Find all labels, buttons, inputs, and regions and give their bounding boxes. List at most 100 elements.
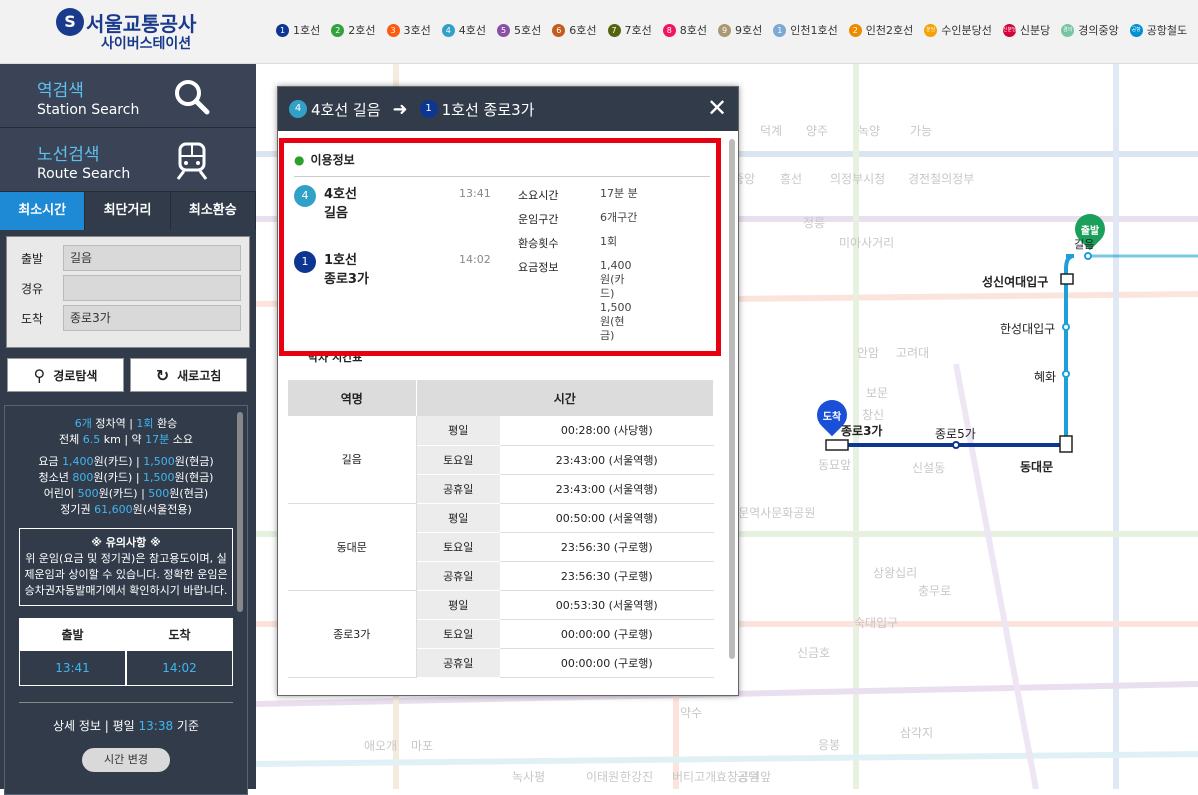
map-bg-station-label[interactable]: 응봉 [818, 736, 840, 753]
timetable-station: 길음 [288, 416, 417, 504]
via-input[interactable] [63, 275, 241, 301]
detail-fare-zones: 운임구간 6개구간 [518, 211, 638, 226]
map-station-hyehwa[interactable]: 혜화 [1034, 368, 1056, 385]
timetable-time: 23:56:30 (구로행) [500, 532, 714, 562]
end-marker-label: 도착 [822, 412, 842, 423]
line-item[interactable]: 신분당 신분당 [1002, 22, 1050, 38]
start-marker-label: 출발 [1080, 226, 1100, 237]
map-bg-station-label[interactable]: 흥선 [780, 170, 802, 187]
map-bg-station-label[interactable]: 정릉 [803, 214, 825, 231]
arrive-input[interactable]: 종로3가 [63, 305, 241, 331]
segment2-station: 종로3가 [324, 272, 369, 287]
map-station-sungshin[interactable]: 성신여대입구 [982, 273, 1048, 290]
map-station-gileum[interactable]: 길음 [1074, 236, 1094, 252]
line-label: 6호선 [569, 24, 597, 37]
map-bg-station-label[interactable]: 신금호 [797, 644, 830, 661]
map-bg-station-label[interactable]: 녹사평 [512, 768, 545, 785]
line-badge-icon: 1 [276, 23, 289, 37]
line-item[interactable]: 8 8호선 [662, 22, 707, 38]
close-icon[interactable]: ✕ [706, 96, 728, 120]
line-item[interactable]: 1 인천1호선 [773, 22, 838, 38]
line-item[interactable]: 1 1호선 [276, 22, 320, 38]
map-bg-station-label[interactable]: 충무로 [918, 582, 951, 599]
route-option-tabs: 최소시간 최단거리 최소환승 [0, 192, 256, 230]
popup-scrollbar[interactable] [729, 139, 735, 659]
map-bg-station-label[interactable]: 창신 [862, 406, 884, 423]
map-bg-station-label[interactable]: 신설동 [912, 459, 945, 476]
line-label: 공항철도 [1146, 24, 1188, 37]
search-icon [175, 80, 210, 115]
line-label: 3호선 [403, 24, 431, 37]
line-item[interactable]: 7 7호선 [607, 22, 652, 38]
map-bg-station-label[interactable]: 녹양 [858, 122, 880, 139]
line-badge-icon: 공항 [1129, 23, 1143, 37]
map-bg-station-label[interactable]: 동묘앞 [818, 456, 851, 473]
line-badge-icon: 6 [552, 23, 566, 37]
line-item[interactable]: 공항 공항철도 [1129, 22, 1188, 38]
refresh-label: 새로고침 [177, 368, 222, 383]
map-bg-station-label[interactable]: 숙대입구 [854, 614, 898, 631]
line-item[interactable]: 4 4호선 [441, 22, 486, 38]
popup-header: 4 4호선 길음 ➜ 1 1호선 종로3가 ✕ [278, 87, 738, 131]
map-bg-station-label[interactable]: 경전철의정부 [908, 170, 974, 187]
map-bg-station-label[interactable]: 안암 [857, 344, 879, 361]
line-label: 인천1호선 [790, 24, 838, 37]
line-label: 5호선 [514, 24, 542, 37]
tab-min-transfer[interactable]: 최소환승 [170, 192, 256, 230]
map-bg-station-label[interactable]: 보문 [866, 384, 888, 401]
map-bg-station-label[interactable]: 버티고개 [672, 768, 716, 785]
result-scrollbar[interactable] [237, 412, 243, 612]
timetable-time: 23:43:00 (서울역행) [500, 474, 714, 504]
map-station-jongno5ga[interactable]: 종로5가 [935, 425, 976, 442]
tab-min-time[interactable]: 최소시간 [0, 192, 86, 230]
map-bg-station-label[interactable]: 약수 [680, 704, 702, 721]
map-bg-station-label[interactable]: 마포 [411, 737, 433, 754]
segment-1: 4 4호선 길음 13:41 [294, 185, 491, 223]
map-bg-station-label[interactable]: 공덕 [737, 768, 759, 785]
timetable-day: 평일 [416, 503, 500, 533]
map-bg-station-label[interactable]: 삼각지 [900, 724, 933, 741]
map-station-hansung[interactable]: 한성대입구 [1000, 320, 1055, 337]
map-bg-station-label[interactable]: 가능 [910, 122, 932, 139]
map-bg-station-label[interactable]: 상왕십리 [873, 564, 917, 581]
map-bg-station-label[interactable]: 고려대 [896, 344, 929, 361]
notice-body: 위 운임(요금 및 정기권)은 참고용도이며, 실제운임과 상이할 수 있습니다… [24, 552, 228, 597]
map-station-dongdaemun[interactable]: 동대문 [1020, 458, 1053, 475]
map-bg-station-label[interactable]: 이태원 [586, 768, 619, 785]
timetable-station: 종로3가 [288, 590, 417, 678]
route-search-submit-button[interactable]: ⚲ 경로탐색 [7, 358, 124, 392]
line-item[interactable]: 6 6호선 [552, 22, 597, 38]
station-search-button[interactable]: 역검색 Station Search [0, 64, 256, 128]
line-item[interactable]: 9 9호선 [718, 22, 762, 38]
depart-input[interactable]: 길음 [63, 245, 241, 271]
line-label: 7호선 [624, 24, 652, 37]
timetable-time: 00:28:00 (사당행) [500, 416, 714, 446]
map-bg-station-label[interactable]: 의정부시청 [830, 170, 885, 187]
line-badge-icon: 3 [386, 23, 400, 37]
map-bg-station-label[interactable]: 양주 [806, 122, 828, 139]
tab-shortest-distance[interactable]: 최단거리 [85, 192, 171, 230]
usage-info-title: ● 이용정보 [294, 151, 710, 177]
line-item[interactable]: 2 인천2호선 [848, 22, 913, 38]
timetable-day: 공휴일 [416, 648, 500, 678]
line-item[interactable]: 분당 수인분당선 [924, 22, 992, 38]
map-bg-station-label[interactable]: 미아사거리 [839, 234, 894, 251]
timetable-time: 00:00:00 (구로행) [500, 648, 714, 678]
timetable-time: 00:00:00 (구로행) [500, 619, 714, 649]
map-bg-station-label[interactable]: 애오개 [364, 737, 397, 754]
line-item[interactable]: 3 3호선 [386, 22, 431, 38]
arrow-right-icon: ➜ [392, 98, 408, 120]
map-station-jongno3ga[interactable]: 종로3가 [841, 422, 882, 439]
line-badge-icon: 2 [848, 23, 862, 37]
refresh-button[interactable]: ↻ 새로고침 [130, 358, 247, 392]
line-item[interactable]: 5 5호선 [497, 22, 541, 38]
line-badge-icon: 8 [662, 23, 676, 37]
line-item[interactable]: 경의 경의중앙 [1061, 22, 1119, 38]
time-change-button[interactable]: 시간 변경 [82, 748, 170, 772]
map-bg-station-label[interactable]: 덕계 [760, 122, 782, 139]
line-item[interactable]: 2 2호선 [331, 22, 376, 38]
logo[interactable]: S 서울교통공사 사이버스테이션 [56, 8, 246, 54]
popup-to: 1호선 종로3가 [441, 100, 535, 119]
route-search-button[interactable]: 노선검색 Route Search [0, 128, 256, 192]
map-bg-station-label[interactable]: 한강진 [620, 768, 653, 785]
